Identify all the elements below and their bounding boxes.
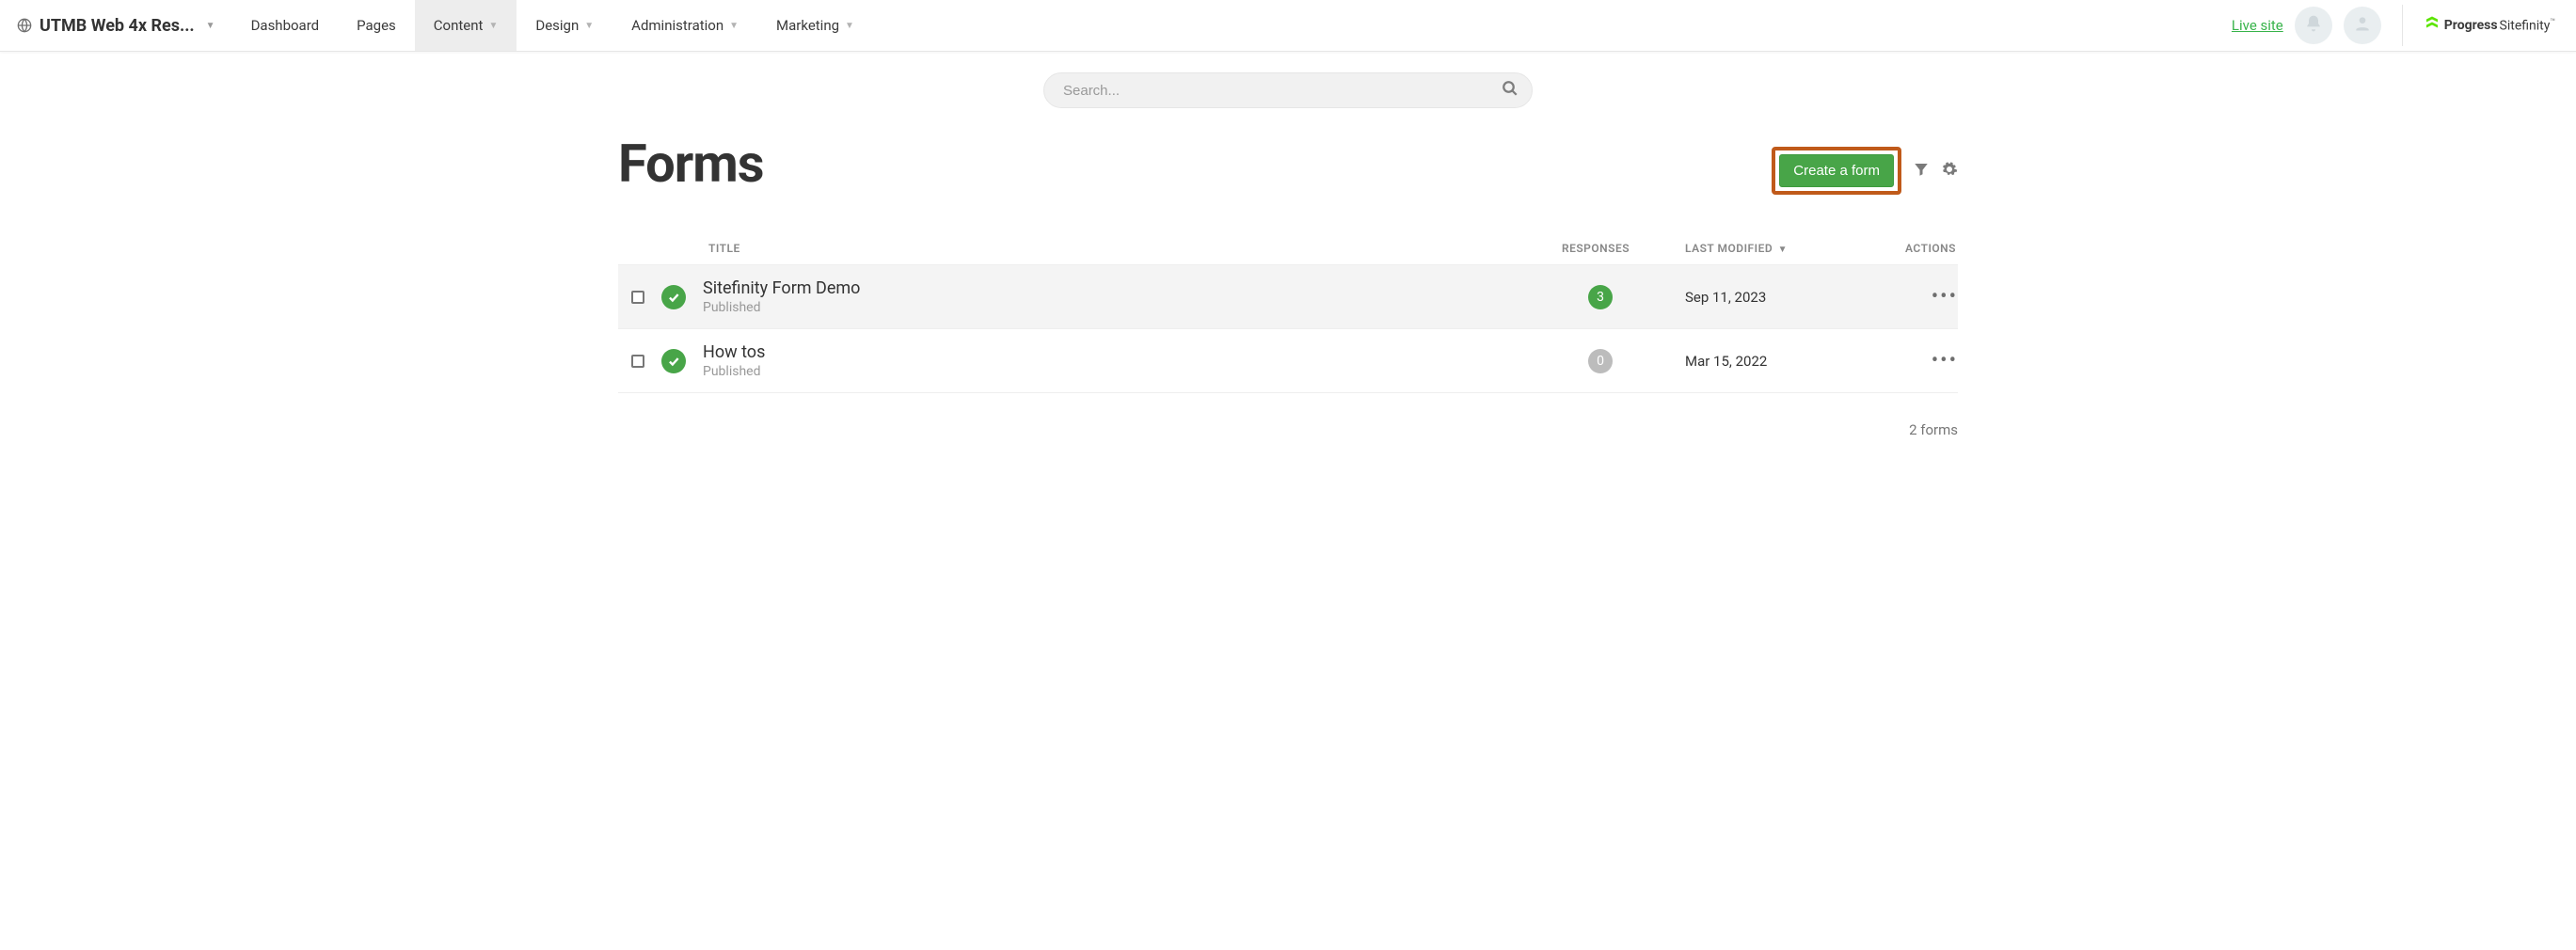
chevron-down-icon: ▼ (488, 21, 498, 31)
page-body: Forms Create a form (592, 116, 1984, 476)
footer-count: 2 forms (618, 421, 1958, 438)
row-title[interactable]: Sitefinity Form Demo (703, 278, 860, 298)
chevron-down-icon: ▼ (206, 21, 215, 31)
site-name: UTMB Web 4x Res... (40, 16, 195, 36)
search-icon[interactable] (1502, 80, 1519, 101)
forms-table: TITLE RESPONSES LAST MODIFIED ▼ ACTIONS … (618, 232, 1958, 393)
col-header-title[interactable]: TITLE (618, 232, 1516, 265)
page-header: Forms Create a form (618, 133, 1958, 195)
create-form-button[interactable]: Create a form (1779, 154, 1894, 187)
row-actions-button[interactable]: ••• (1932, 349, 1958, 372)
brand: ProgressSitefinity™ (2424, 15, 2567, 36)
nav-item-label: Marketing (776, 17, 839, 34)
more-icon: ••• (1932, 285, 1958, 309)
gear-icon (1941, 166, 1958, 182)
col-header-responses[interactable]: RESPONSES (1516, 232, 1685, 265)
nav-item-content[interactable]: Content ▼ (415, 0, 517, 51)
nav-item-dashboard[interactable]: Dashboard (232, 0, 339, 51)
nav-item-label: Content (434, 17, 484, 34)
status-published-icon (661, 285, 686, 309)
filter-icon (1913, 166, 1930, 182)
row-checkbox[interactable] (631, 355, 644, 368)
table-row: Sitefinity Form Demo Published 3 Sep 11, 20… (618, 265, 1958, 329)
globe-icon (17, 18, 32, 33)
row-date: Mar 15, 2022 (1685, 329, 1883, 393)
row-status: Published (703, 364, 765, 379)
header-actions: Create a form (1772, 147, 1958, 195)
live-site-link[interactable]: Live site (2232, 17, 2283, 34)
row-checkbox[interactable] (631, 291, 644, 304)
nav-item-label: Pages (357, 17, 396, 34)
col-header-last-modified[interactable]: LAST MODIFIED ▼ (1685, 232, 1883, 265)
chevron-down-icon: ▼ (729, 21, 739, 31)
nav-item-marketing[interactable]: Marketing ▼ (757, 0, 873, 51)
site-selector[interactable]: UTMB Web 4x Res... ▼ (0, 0, 232, 51)
nav-item-label: Administration (631, 17, 724, 34)
highlight-create-form: Create a form (1772, 147, 1901, 195)
bell-icon (2304, 14, 2323, 37)
main-nav: DashboardPagesContent▼Design▼Administrat… (232, 0, 873, 51)
search-row (0, 52, 2576, 116)
chevron-down-icon: ▼ (845, 21, 854, 31)
table-row: How tos Published 0 Mar 15, 2022 ••• (618, 329, 1958, 393)
user-icon (2353, 14, 2372, 37)
search-box (1043, 72, 1533, 108)
col-header-actions: ACTIONS (1883, 232, 1958, 265)
divider (2402, 5, 2403, 46)
nav-item-pages[interactable]: Pages (338, 0, 415, 51)
nav-item-label: Design (535, 17, 579, 34)
nav-item-label: Dashboard (251, 17, 320, 34)
sort-desc-icon: ▼ (1778, 245, 1788, 255)
more-icon: ••• (1932, 349, 1958, 372)
row-actions-button[interactable]: ••• (1932, 285, 1958, 309)
row-title[interactable]: How tos (703, 342, 765, 362)
search-input[interactable] (1063, 83, 1502, 99)
row-date: Sep 11, 2023 (1685, 265, 1883, 329)
page-title: Forms (618, 133, 764, 195)
nav-item-design[interactable]: Design ▼ (517, 0, 612, 51)
settings-button[interactable] (1941, 161, 1958, 182)
row-status: Published (703, 300, 860, 315)
status-published-icon (661, 349, 686, 373)
col-header-last-modified-label: LAST MODIFIED (1685, 242, 1773, 255)
filter-button[interactable] (1913, 161, 1930, 182)
notifications-button[interactable] (2295, 7, 2332, 44)
topbar: UTMB Web 4x Res... ▼ Dashboard Pages Conte… (0, 0, 2576, 52)
profile-button[interactable] (2344, 7, 2381, 44)
responses-badge[interactable]: 3 (1588, 285, 1613, 309)
progress-logo-icon (2424, 15, 2441, 36)
responses-badge[interactable]: 0 (1588, 349, 1613, 373)
nav-item-administration[interactable]: Administration ▼ (612, 0, 757, 51)
brand-text: ProgressSitefinity™ (2444, 18, 2555, 34)
chevron-down-icon: ▼ (584, 21, 594, 31)
topbar-right: Live site ProgressSitefinity™ (2232, 0, 2576, 51)
